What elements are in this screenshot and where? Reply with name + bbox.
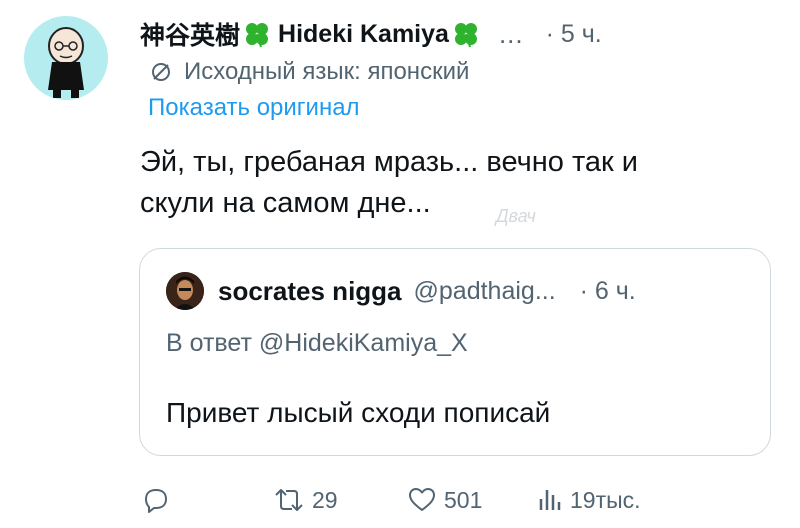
heart-icon [409, 488, 435, 511]
show-original-link[interactable]: Показать оригинал [148, 94, 360, 122]
quoted-author-handle[interactable]: @padthaig... [414, 277, 556, 306]
retweet-icon [275, 489, 303, 511]
views-button[interactable]: 19тыс. [536, 482, 641, 518]
source-language-label: Исходный язык: японский [184, 58, 470, 85]
views-count: 19тыс. [570, 486, 641, 513]
tweet-timestamp[interactable]: · 5 ч. [546, 20, 602, 49]
like-count: 501 [444, 486, 483, 513]
author-name-jp[interactable]: 神谷英樹 [140, 16, 240, 52]
reply-icon [145, 489, 167, 513]
translation-info: Исходный язык: японский [150, 56, 469, 88]
quoted-author-avatar[interactable] [166, 272, 204, 310]
reply-button[interactable] [140, 482, 178, 518]
views-chart-icon [539, 490, 561, 510]
reply-to-label: В ответ @HidekiKamiya_X [166, 329, 468, 357]
clover-icon [242, 19, 272, 49]
tweet-text: Эй, ты, гребаная мразь... вечно так и ск… [140, 142, 760, 224]
watermark: Двач [496, 206, 536, 226]
quoted-tweet-timestamp[interactable]: · 6 ч. [580, 277, 636, 306]
tweet-text-line: Эй, ты, гребаная мразь... вечно так и [140, 146, 638, 178]
retweet-count: 29 [312, 486, 338, 513]
more-options-button[interactable]: ... [499, 19, 524, 50]
clover-icon [451, 19, 481, 49]
tweet-text-line: скули на самом дне... [140, 187, 431, 219]
author-name-en[interactable]: Hideki Kamiya [278, 20, 449, 49]
like-button[interactable]: 501 [406, 482, 482, 518]
author-avatar[interactable] [24, 16, 108, 100]
quoted-tweet-text: Привет лысый сходи пописай [166, 397, 551, 428]
translate-icon [152, 63, 170, 81]
tweet-header: 神谷英樹 Hideki Kamiya ... · 5 ч. [140, 16, 780, 52]
quoted-tweet[interactable]: socrates nigga @padthaig... · 6 ч. В отв… [139, 248, 771, 456]
action-bar: 29 501 19тыс. [140, 482, 760, 518]
quoted-author-name[interactable]: socrates nigga [218, 276, 402, 307]
retweet-button[interactable]: 29 [272, 482, 338, 518]
quoted-tweet-header: socrates nigga @padthaig... · 6 ч. [166, 271, 750, 311]
